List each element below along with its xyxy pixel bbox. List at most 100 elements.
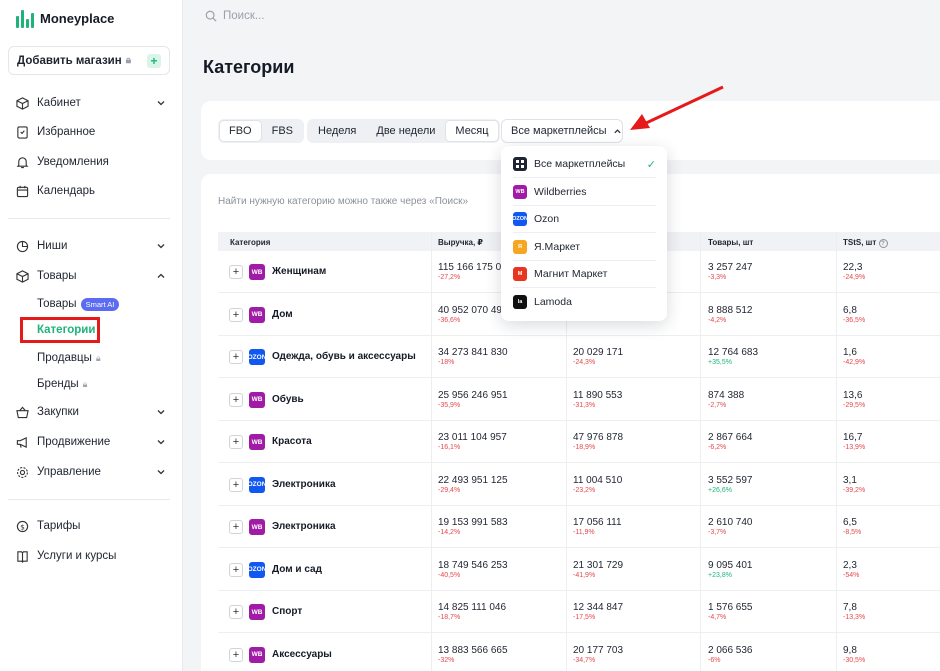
column-header-products[interactable]: Товары, шт (708, 238, 753, 247)
category-name[interactable]: Дом и сад (272, 564, 322, 575)
tsts-cell: 6,8 -36,5% (843, 305, 865, 324)
sidebar-subitem-categories[interactable]: Категории (20, 317, 100, 343)
sales-cell: 12 344 847 -17,5% (573, 602, 623, 621)
category-name[interactable]: Обувь (272, 394, 304, 405)
expand-button[interactable]: + (229, 392, 243, 407)
period-option-month[interactable]: Месяц (446, 121, 498, 141)
marketplace-option[interactable]: la Lamoda (513, 289, 656, 316)
app-name: Moneyplace (40, 10, 115, 26)
table-row[interactable]: + OZON Одежда, обувь и аксессуары 34 273 84… (218, 336, 940, 378)
category-name[interactable]: Электроника (272, 521, 336, 532)
add-store-button[interactable]: Добавить магазин 🔒︎ + (8, 46, 170, 75)
category-name[interactable]: Красота (272, 436, 312, 447)
expand-button[interactable]: + (229, 265, 243, 279)
sidebar-item-calendar[interactable]: Календарь (16, 181, 166, 201)
category-name[interactable]: Спорт (272, 606, 302, 617)
expand-button[interactable]: + (229, 605, 243, 619)
expand-button[interactable]: + (229, 307, 243, 322)
table-row[interactable]: + OZON Электроника 22 493 951 125 -29,4% 11 0… (218, 464, 940, 506)
expand-button[interactable]: + (229, 562, 243, 577)
products-cell: 1 576 655 -4,7% (708, 602, 753, 621)
chevron-down-icon[interactable] (156, 407, 166, 417)
sidebar: Moneyplace Добавить магазин 🔒︎ + Кабинет… (0, 0, 183, 671)
column-header-tsts[interactable]: TStS, шт ? (843, 238, 888, 248)
plus-icon[interactable]: + (147, 53, 161, 68)
sidebar-item-notifications[interactable]: Уведомления (16, 152, 166, 172)
sidebar-item-purchases[interactable]: Закупки (16, 402, 166, 422)
table-row[interactable]: + WB Обувь 25 956 246 951 -35,9% 11 890 553 -3… (218, 379, 940, 421)
revenue-value: 18 749 546 253 (438, 559, 508, 571)
products-delta: -3,7% (708, 529, 727, 536)
marketplace-option[interactable]: M Магнит Маркет (513, 261, 656, 288)
sidebar-item-goods[interactable]: Товары (16, 266, 166, 286)
fulfillment-toggle: FBO FBS (218, 119, 305, 143)
basket-icon (16, 406, 29, 419)
chevron-down-icon[interactable] (156, 241, 166, 251)
fulfillment-option-fbo[interactable]: FBO (220, 121, 261, 141)
sidebar-item-services[interactable]: Услуги и курсы (16, 546, 166, 566)
sidebar-item-management[interactable]: Управление (16, 462, 166, 482)
bookmark-icon (16, 125, 29, 139)
sidebar-item-label: Ниши (37, 240, 68, 252)
revenue-cell: 19 153 991 583 -14,2% (438, 517, 508, 536)
marketplace-option[interactable]: OZON Ozon (512, 206, 656, 233)
expand-button[interactable]: + (229, 520, 243, 534)
sidebar-item-niches[interactable]: Ниши (16, 236, 166, 256)
help-icon[interactable]: ? (878, 239, 888, 248)
sidebar-item-tariffs[interactable]: $ Тарифы (16, 516, 166, 536)
expand-button[interactable]: + (229, 350, 243, 364)
logo[interactable]: Moneyplace (16, 8, 114, 28)
period-option-two-weeks[interactable]: Две недели (367, 121, 444, 141)
category-name[interactable]: Женщинам (272, 266, 326, 277)
table-row[interactable]: + OZON Дом и сад 18 749 546 253 -40,5% 21 301… (218, 549, 940, 591)
fulfillment-option-fbs[interactable]: FBS (263, 121, 302, 141)
sales-cell: 11 004 510 -23,2% (573, 475, 622, 494)
marketplace-logo-icon: OZON (512, 212, 528, 226)
category-name[interactable]: Одежда, обувь и аксессуары (272, 351, 416, 362)
expand-button[interactable]: + (229, 435, 243, 449)
table-row[interactable]: + WB Спорт 14 825 111 046 -18,7% 12 344 847 -1… (218, 591, 940, 633)
chevron-down-icon[interactable] (156, 437, 166, 447)
sidebar-subitem-products[interactable]: Товары Smart AI (37, 295, 120, 313)
revenue-cell: 34 273 841 830 -18% (438, 347, 508, 366)
table-row[interactable]: + WB Красота 23 011 104 957 -16,1% 47 976 878… (218, 421, 940, 463)
sidebar-item-label: Календарь (37, 185, 96, 197)
tsts-value: 2,3 (843, 559, 857, 571)
marketplace-option[interactable]: WB Wildberries (513, 179, 656, 206)
column-header-category[interactable]: Категория (230, 238, 270, 247)
sidebar-item-label: Продвижение (37, 436, 111, 448)
products-value: 3 257 247 (708, 262, 753, 273)
sidebar-item-cabinet[interactable]: Кабинет (16, 93, 166, 113)
products-value: 2 610 740 (708, 517, 753, 528)
products-value: 874 388 (708, 389, 745, 401)
period-option-week[interactable]: Неделя (309, 121, 365, 141)
sidebar-item-promotion[interactable]: Продвижение (16, 432, 166, 452)
category-name[interactable]: Электроника (272, 479, 336, 490)
table-row[interactable]: + WB Аксессуары 13 883 566 665 -32% 20 177 70… (218, 634, 940, 671)
marketplace-option[interactable]: Я Я.Маркет (513, 234, 656, 261)
column-header-revenue[interactable]: Выручка, ₽ (438, 238, 483, 247)
revenue-delta: -27,2% (438, 274, 461, 281)
sidebar-subitem-brands[interactable]: Бренды 🔒︎ (37, 375, 87, 393)
table-row[interactable]: + WB Электроника 19 153 991 583 -14,2% 17 056… (218, 506, 940, 548)
sales-delta: -24,3% (573, 359, 596, 366)
category-name[interactable]: Дом (272, 309, 293, 320)
sidebar-subitem-sellers[interactable]: Продавцы 🔒︎ (37, 349, 101, 367)
sidebar-item-favorites[interactable]: Избранное (16, 122, 166, 142)
expand-button[interactable]: + (229, 647, 243, 662)
sales-cell: 21 301 729 -41,9% (573, 560, 623, 579)
search-placeholder: Поиск... (223, 10, 265, 22)
marketplace-select[interactable]: Все маркетплейсы (501, 119, 623, 143)
chevron-down-icon[interactable] (156, 467, 166, 477)
tsts-value: 6,8 (843, 304, 857, 316)
wildberries-icon: WB (249, 519, 265, 535)
expand-button[interactable]: + (229, 477, 243, 492)
sales-cell: 20 029 171 -24,3% (573, 347, 623, 366)
category-name[interactable]: Аксессуары (272, 649, 332, 660)
marketplace-option[interactable]: Все маркетплейсы ✓ (513, 151, 656, 178)
products-delta: -4,2% (708, 316, 727, 324)
chevron-up-icon[interactable] (156, 271, 166, 281)
search-input[interactable]: Поиск... (205, 10, 264, 22)
marketplace-option-label: Все маркетплейсы (534, 158, 626, 170)
chevron-down-icon[interactable] (156, 98, 166, 108)
